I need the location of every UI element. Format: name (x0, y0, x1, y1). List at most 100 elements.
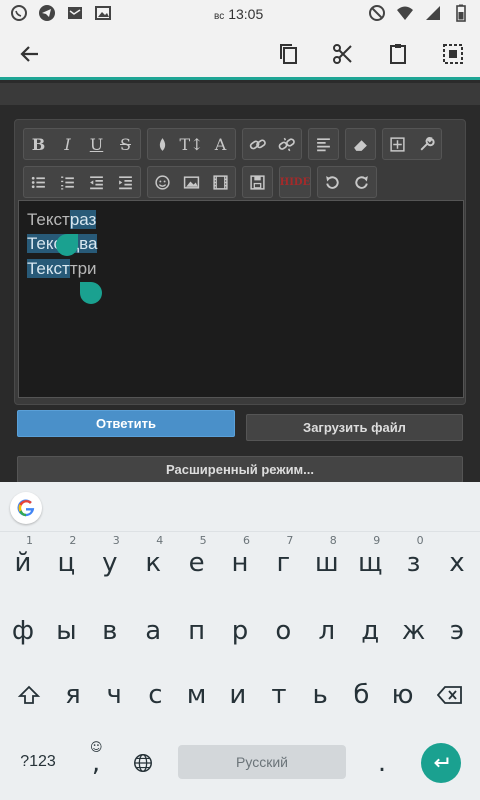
key-label: т (271, 680, 287, 710)
key-з[interactable]: з0 (392, 534, 436, 590)
key-ь[interactable]: ь (298, 668, 342, 722)
key-б[interactable]: б (339, 668, 383, 722)
numbered-list-icon[interactable] (53, 167, 82, 197)
globe-icon[interactable] (121, 736, 165, 790)
rich-text-editor: B I U S T↕ A HIDE Текстраз Текстдва Текс… (14, 119, 466, 405)
battery-icon (452, 4, 470, 22)
font-size-button[interactable]: T↕ (177, 129, 206, 159)
wrench-icon[interactable] (412, 129, 441, 159)
key-м[interactable]: м (175, 668, 219, 722)
link-group (242, 128, 302, 160)
selection-end-handle[interactable] (80, 282, 102, 304)
key-label: у (102, 548, 118, 578)
key-х[interactable]: х (435, 536, 479, 590)
key-й[interactable]: й1 (1, 534, 45, 590)
key-label: г (276, 548, 291, 578)
italic-button[interactable]: I (53, 129, 82, 159)
align-left-icon[interactable] (309, 129, 338, 159)
key-а[interactable]: а (131, 604, 175, 658)
key-ы[interactable]: ы (44, 604, 88, 658)
outdent-icon[interactable] (82, 167, 111, 197)
key-label: э (449, 616, 465, 646)
key-п[interactable]: п (175, 604, 219, 658)
wifi-icon (396, 4, 414, 22)
hide-button[interactable]: HIDE (280, 167, 310, 197)
key-д[interactable]: д (348, 604, 392, 658)
indent-icon[interactable] (111, 167, 140, 197)
key-с[interactable]: с (133, 668, 177, 722)
key-е[interactable]: е5 (175, 534, 219, 590)
key-т[interactable]: т (257, 668, 301, 722)
font-family-button[interactable]: A (206, 129, 235, 159)
key-label: и (229, 680, 247, 710)
save-icon[interactable] (243, 167, 272, 197)
eraser-icon[interactable] (346, 129, 375, 159)
color-drop-icon[interactable] (148, 129, 177, 159)
undo-icon[interactable] (318, 167, 347, 197)
bullet-list-icon[interactable] (24, 167, 53, 197)
key-label: й (14, 548, 32, 578)
google-icon[interactable] (10, 492, 42, 524)
shift-key[interactable] (7, 668, 51, 722)
table-plus-icon[interactable] (383, 129, 412, 159)
key-ц[interactable]: ц2 (44, 534, 88, 590)
link-icon[interactable] (243, 129, 272, 159)
underline-button[interactable]: U (82, 129, 111, 159)
message-textarea[interactable]: Текстраз Текстдва Тексттри (18, 200, 464, 398)
space-key[interactable]: Русский (178, 745, 346, 779)
key-ю[interactable]: ю (381, 668, 425, 722)
key-и[interactable]: и (216, 668, 260, 722)
back-arrow-icon[interactable] (14, 38, 46, 70)
keyboard-suggestion-bar (0, 482, 480, 532)
emoji-small-icon: ☺ (90, 740, 103, 754)
selection-start-handle[interactable] (56, 234, 78, 256)
paste-icon[interactable] (382, 38, 414, 70)
key-в[interactable]: в (88, 604, 132, 658)
key-ч[interactable]: ч (92, 668, 136, 722)
key-label: б (353, 680, 370, 710)
copy-icon[interactable] (272, 38, 304, 70)
key-label: в (102, 616, 118, 646)
unlink-icon[interactable] (272, 129, 301, 159)
key-к[interactable]: к4 (131, 534, 175, 590)
key-ш[interactable]: ш8 (305, 534, 349, 590)
advanced-mode-button[interactable]: Расширенный режим... (17, 456, 463, 483)
key-щ[interactable]: щ9 (348, 534, 392, 590)
video-insert-icon[interactable] (206, 167, 235, 197)
key-р[interactable]: р (218, 604, 262, 658)
soft-keyboard: й1ц2у3к4е5н6г7ш8щ9з0х фывапролджэ ячсмит… (0, 482, 480, 800)
signal-icon (424, 4, 442, 22)
image-insert-icon[interactable] (177, 167, 206, 197)
key-о[interactable]: о (261, 604, 305, 658)
telegram-icon (38, 4, 56, 22)
comma-key[interactable]: , ☺ (74, 736, 118, 790)
redo-icon[interactable] (347, 167, 376, 197)
key-ж[interactable]: ж (392, 604, 436, 658)
key-hint: 2 (69, 534, 77, 547)
key-ф[interactable]: ф (1, 604, 45, 658)
key-л[interactable]: л (305, 604, 349, 658)
key-label: ж (401, 616, 426, 646)
select-all-icon[interactable] (437, 38, 469, 70)
text-line-3: Тексттри (27, 258, 97, 280)
symbols-key[interactable]: ?123 (14, 745, 62, 779)
key-label: ю (391, 680, 414, 710)
backspace-key[interactable] (428, 668, 472, 722)
key-у[interactable]: у3 (88, 534, 132, 590)
key-э[interactable]: э (435, 604, 479, 658)
upload-file-button[interactable]: Загрузить файл (246, 414, 463, 441)
enter-key[interactable] (421, 743, 461, 783)
cut-icon[interactable] (327, 38, 359, 70)
key-я[interactable]: я (51, 668, 95, 722)
strikethrough-button[interactable]: S (111, 129, 140, 159)
key-н[interactable]: н6 (218, 534, 262, 590)
emoji-icon[interactable] (148, 167, 177, 197)
bold-button[interactable]: B (24, 129, 53, 159)
reply-button[interactable]: Ответить (17, 410, 235, 437)
key-hint: 5 (199, 534, 207, 547)
key-label: ш (314, 548, 339, 578)
whatsapp-icon (10, 4, 28, 22)
key-г[interactable]: г7 (261, 534, 305, 590)
forum-reply-page: B I U S T↕ A HIDE Текстраз Текстдва Текс… (0, 83, 480, 483)
period-key[interactable]: . (360, 736, 404, 790)
